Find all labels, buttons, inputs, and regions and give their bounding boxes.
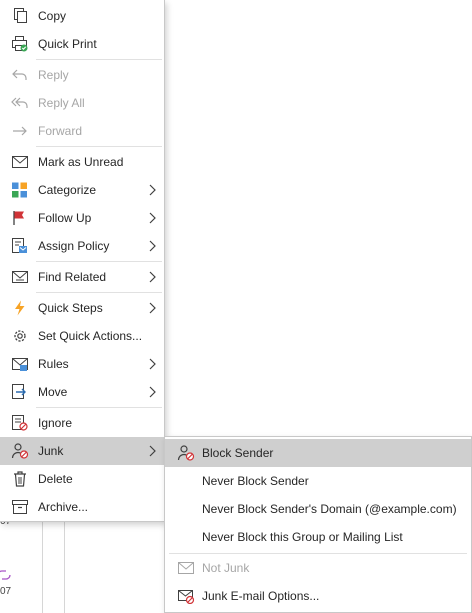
reply-all-icon bbox=[11, 95, 29, 111]
menu-item-label: Junk E-mail Options... bbox=[202, 589, 320, 603]
gear-icon bbox=[11, 328, 29, 344]
menu-item-label: Set Quick Actions... bbox=[38, 329, 143, 343]
column-divider bbox=[42, 522, 43, 613]
menu-item-quick-steps[interactable]: Quick Steps bbox=[0, 294, 164, 322]
menu-item-label: Block Sender bbox=[202, 446, 274, 460]
rules-icon bbox=[11, 356, 29, 372]
menu-item-label: Rules bbox=[38, 357, 69, 371]
menu-item-label: Quick Print bbox=[38, 37, 97, 51]
ignore-icon bbox=[11, 415, 29, 431]
menu-item-block-sender[interactable]: Block Sender bbox=[165, 439, 471, 467]
menu-item-move[interactable]: Move bbox=[0, 378, 164, 406]
chevron-right-icon bbox=[148, 212, 156, 224]
column-divider bbox=[64, 522, 65, 613]
menu-item-mark-as-unread[interactable]: Mark as Unread bbox=[0, 148, 164, 176]
menu-item-label: Follow Up bbox=[38, 211, 92, 225]
menu-item-reply[interactable]: Reply bbox=[0, 61, 164, 89]
menu-item-never-block-sender[interactable]: Never Block Sender bbox=[165, 467, 471, 495]
menu-item-rules[interactable]: Rules bbox=[0, 350, 164, 378]
policy-icon bbox=[11, 238, 29, 254]
menu-item-junk-email-options[interactable]: Junk E-mail Options... bbox=[165, 582, 471, 610]
menu-item-not-junk[interactable]: Not Junk bbox=[165, 554, 471, 582]
chevron-right-icon bbox=[148, 386, 156, 398]
menu-item-follow-up[interactable]: Follow Up bbox=[0, 204, 164, 232]
menu-item-copy[interactable]: Copy bbox=[0, 2, 164, 30]
menu-item-never-block-group[interactable]: Never Block this Group or Mailing List bbox=[165, 523, 471, 551]
chevron-right-icon bbox=[148, 184, 156, 196]
junk-icon bbox=[11, 443, 29, 459]
link-icon bbox=[0, 568, 12, 582]
categorize-icon bbox=[11, 182, 29, 198]
menu-item-label: Junk bbox=[38, 444, 64, 458]
chevron-right-icon bbox=[148, 445, 156, 457]
forward-icon bbox=[11, 123, 29, 139]
menu-item-categorize[interactable]: Categorize bbox=[0, 176, 164, 204]
menu-item-forward[interactable]: Forward bbox=[0, 117, 164, 145]
menu-item-label: Never Block this Group or Mailing List bbox=[202, 530, 403, 544]
junk-options-icon bbox=[177, 588, 195, 604]
move-icon bbox=[11, 384, 29, 400]
trash-icon bbox=[11, 471, 29, 487]
menu-item-find-related[interactable]: Find Related bbox=[0, 263, 164, 291]
menu-item-label: Delete bbox=[38, 472, 73, 486]
menu-item-quick-print[interactable]: Quick Print bbox=[0, 30, 164, 58]
menu-item-label: Assign Policy bbox=[38, 239, 110, 253]
menu-separator bbox=[36, 407, 162, 408]
menu-item-label: Ignore bbox=[38, 416, 73, 430]
menu-item-label: Forward bbox=[38, 124, 83, 138]
menu-item-assign-policy[interactable]: Assign Policy bbox=[0, 232, 164, 260]
menu-item-label: Categorize bbox=[38, 183, 97, 197]
menu-item-label: Reply All bbox=[38, 96, 85, 110]
archive-icon bbox=[11, 499, 29, 515]
menu-item-label: Quick Steps bbox=[38, 301, 103, 315]
menu-item-label: Never Block Sender's Domain (@example.co… bbox=[202, 502, 457, 516]
menu-item-delete[interactable]: Delete bbox=[0, 465, 164, 493]
menu-item-label: Mark as Unread bbox=[38, 155, 124, 169]
find-related-icon bbox=[11, 269, 29, 285]
menu-item-label: Reply bbox=[38, 68, 69, 82]
menu-item-reply-all[interactable]: Reply All bbox=[0, 89, 164, 117]
menu-item-label: Move bbox=[38, 385, 68, 399]
quick-print-icon bbox=[11, 36, 29, 52]
flag-icon bbox=[11, 210, 29, 226]
copy-icon bbox=[11, 8, 29, 24]
junk-submenu: Block Sender Never Block Sender Never Bl… bbox=[164, 436, 472, 613]
lightning-icon bbox=[11, 300, 29, 316]
chevron-right-icon bbox=[148, 302, 156, 314]
chevron-right-icon bbox=[148, 271, 156, 283]
block-sender-icon bbox=[177, 445, 195, 461]
envelope-icon bbox=[11, 154, 29, 170]
menu-item-label: Find Related bbox=[38, 270, 107, 284]
menu-item-label: Never Block Sender bbox=[202, 474, 309, 488]
menu-item-set-quick-actions[interactable]: Set Quick Actions... bbox=[0, 322, 164, 350]
menu-separator bbox=[36, 146, 162, 147]
menu-item-archive[interactable]: Archive... bbox=[0, 493, 164, 521]
menu-separator bbox=[36, 59, 162, 60]
menu-item-label: Copy bbox=[38, 9, 67, 23]
reply-icon bbox=[11, 67, 29, 83]
not-junk-icon bbox=[177, 560, 195, 576]
date-fragment: 07 bbox=[0, 586, 12, 597]
context-menu: Copy Quick Print Reply Reply All Forward… bbox=[0, 0, 165, 522]
menu-separator bbox=[36, 292, 162, 293]
chevron-right-icon bbox=[148, 358, 156, 370]
menu-separator bbox=[36, 261, 162, 262]
chevron-right-icon bbox=[148, 240, 156, 252]
menu-item-ignore[interactable]: Ignore bbox=[0, 409, 164, 437]
menu-item-label: Not Junk bbox=[202, 561, 250, 575]
menu-item-label: Archive... bbox=[38, 500, 89, 514]
menu-item-never-block-domain[interactable]: Never Block Sender's Domain (@example.co… bbox=[165, 495, 471, 523]
menu-item-junk[interactable]: Junk bbox=[0, 437, 164, 465]
